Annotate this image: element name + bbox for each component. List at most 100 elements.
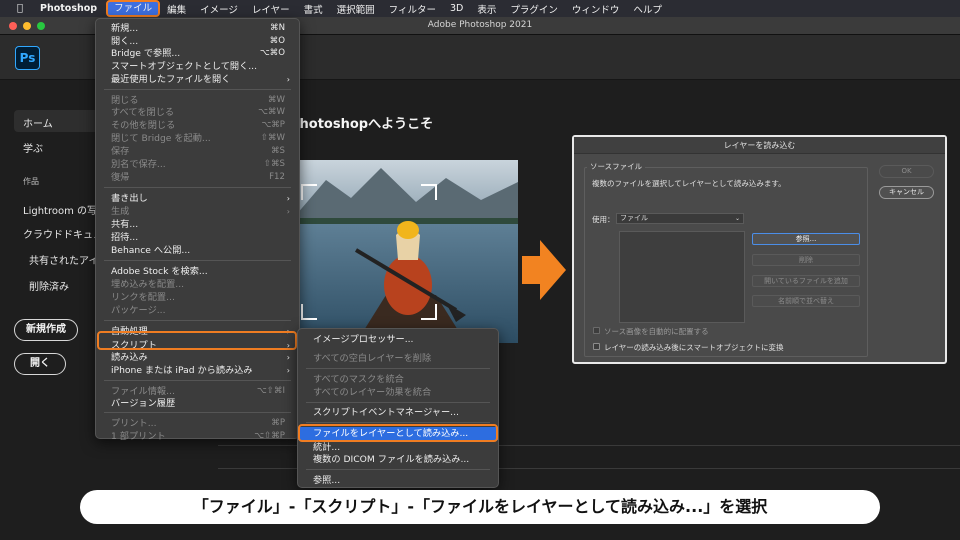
file-menu-item[interactable]: 共有... [96,218,299,231]
file-menu-item: 埋め込みを配置... [96,278,299,291]
sidebar-item-learn[interactable]: 学ぶ [23,140,43,155]
file-menu-item: 復帰 F12 [96,171,299,184]
menu-item-label: 生成 [111,206,130,217]
menu-item-shortcut: ⌘N [269,23,285,33]
file-menu-item[interactable]: 最近使用したファイルを開く › [96,73,299,86]
file-menu-item[interactable]: iPhone または iPad から読み込み › [96,364,299,377]
menu-item-label: 1 部プリント [111,431,166,442]
sidebar-item-deleted[interactable]: 削除済み [29,278,69,293]
ok-button[interactable]: OK [879,165,934,178]
menu-help[interactable]: ヘルプ [626,2,669,16]
add-open-files-button[interactable]: 開いているファイルを追加 [752,275,860,287]
menu-item-label: スクリプトイベントマネージャー... [313,407,459,418]
chevron-right-icon: › [286,194,290,203]
open-file-button[interactable]: 開く [14,353,66,375]
menu-window[interactable]: ウィンドウ [565,2,627,16]
chevron-right-icon: › [286,207,290,216]
smart-object-checkbox[interactable] [593,343,600,350]
chevron-right-icon: › [286,75,290,84]
use-label: 使用： [592,215,615,224]
file-menu-item: 別名で保存... ⇧⌘S [96,158,299,171]
sidebar-item-shared[interactable]: 共有されたアイテム [29,252,95,267]
menu-item-label: 保存 [111,146,130,157]
arrow-right-icon [522,240,566,300]
menu-item-label: すべてのマスクを統合 [313,374,404,385]
apple-icon[interactable]:  [12,3,28,14]
menu-item-shortcut: ⇧⌘S [263,159,285,169]
menu-item-label: 最近使用したファイルを開く [111,74,231,85]
file-menu-item[interactable]: Adobe Stock を検索... [96,265,299,278]
menu-separator [104,320,291,321]
menu-item-label: 別名で保存... [111,159,166,170]
script-menu-item: すべてのレイヤー効果を統合 [298,386,498,399]
menu-file[interactable]: ファイル [106,0,161,17]
menu-image[interactable]: イメージ [193,2,245,16]
sidebar-files-heading: 作品 [23,177,39,186]
menu-item-label: すべての空白レイヤーを削除 [313,353,432,364]
menu-type[interactable]: 書式 [297,2,330,16]
remove-button[interactable]: 削除 [752,254,860,266]
file-menu-item: 閉じて Bridge を起動... ⇧⌘W [96,132,299,145]
smart-object-label: レイヤーの読み込み後にスマートオブジェクトに変換 [604,343,784,352]
file-menu-item: リンクを配置... [96,291,299,304]
file-menu-item[interactable]: スマートオブジェクトとして開く... [96,60,299,73]
file-menu-item[interactable]: Behance へ公開... [96,244,299,257]
menu-item-label: スマートオブジェクトとして開く... [111,61,258,72]
crop-frame [301,184,437,320]
menu-item-label: すべてのレイヤー効果を統合 [313,387,432,398]
menu-item-shortcut: ⌘S [270,146,285,156]
script-menu-item[interactable]: スクリプトイベントマネージャー... [298,406,498,419]
auto-align-checkbox[interactable] [593,327,600,334]
script-menu-item[interactable]: 複数の DICOM ファイルを読み込み... [298,453,498,466]
menu-item-shortcut: ⌥⇧⌘P [254,431,285,441]
menu-item-label: Adobe Stock を検索... [111,266,208,277]
sidebar-item-home[interactable]: ホーム [14,110,102,132]
dialog-description: 複数のファイルを選択してレイヤーとして読み込みます。 [592,179,786,188]
menu-plugins[interactable]: プラグイン [503,2,565,16]
browse-button[interactable]: 参照... [752,233,860,245]
menu-bar:  Photoshop ファイル 編集 イメージ レイヤー 書式 選択範囲 フィ… [0,0,960,17]
menu-separator [104,380,291,381]
menu-edit[interactable]: 編集 [160,2,193,16]
use-select[interactable]: ファイル ⌄ [616,213,744,224]
file-menu-item[interactable]: 招待... [96,231,299,244]
file-menu-item[interactable]: 読み込み › [96,351,299,364]
file-menu-item: プリント... ⌘P [96,417,299,430]
menu-select[interactable]: 選択範囲 [330,2,382,16]
sidebar-item-lightroom[interactable]: Lightroom の写真 [23,202,95,217]
chevron-down-icon: ⌄ [734,215,740,222]
highlight-box [298,424,498,442]
cancel-button[interactable]: キャンセル [879,186,934,199]
file-menu-item: 1 部プリント ⌥⇧⌘P [96,430,299,443]
menu-view[interactable]: 表示 [470,2,503,16]
menu-3d[interactable]: 3D [443,3,470,14]
menu-separator [104,412,291,413]
menu-item-label: イメージプロセッサー... [313,334,414,345]
sort-by-name-button[interactable]: 名前順で並べ替え [752,295,860,307]
menu-item-label: パッケージ... [111,305,166,316]
menu-item-shortcut: F12 [269,172,285,182]
file-menu-item[interactable]: 書き出し › [96,192,299,205]
menu-item-label: 復帰 [111,172,130,183]
menu-separator [306,402,490,403]
script-menu-item[interactable]: イメージプロセッサー... [298,333,498,346]
app-menu[interactable]: Photoshop [40,3,97,14]
menu-item-label: バージョン履歴 [111,398,176,409]
file-menu-item[interactable]: Bridge で参照... ⌥⌘O [96,47,299,60]
sidebar-item-cloud-docs[interactable]: クラウドドキュメント [23,226,95,241]
file-menu-item[interactable]: バージョン履歴 [96,397,299,410]
file-menu-item[interactable]: 新規... ⌘N [96,22,299,35]
menu-separator [306,469,490,470]
file-list[interactable] [619,231,745,323]
menu-filter[interactable]: フィルター [382,2,443,16]
menu-item-label: 読み込み [111,352,148,363]
instruction-caption: 「ファイル」-「スクリプト」-「ファイルをレイヤーとして読み込み...」を選択 [80,490,880,524]
file-menu-item: すべてを閉じる ⌥⌘W [96,106,299,119]
menu-item-label: 書き出し [111,193,148,204]
menu-item-label: Behance へ公開... [111,245,191,256]
script-menu-item[interactable]: 参照... [298,474,498,487]
menu-layer[interactable]: レイヤー [245,2,297,16]
menu-item-shortcut: ⌥⌘W [258,107,285,117]
menu-item-label: プリント... [111,418,157,429]
new-file-button[interactable]: 新規作成 [14,319,78,341]
